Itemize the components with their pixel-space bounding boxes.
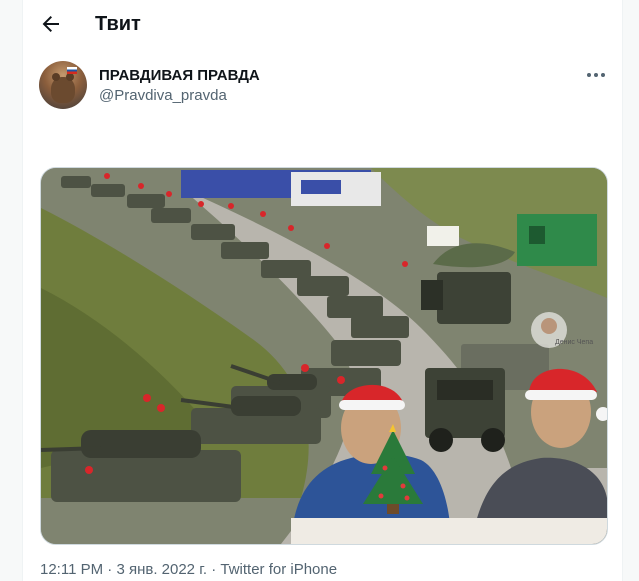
image-watermark: Денис Чепа xyxy=(555,339,593,346)
page-title: Твит xyxy=(95,13,141,35)
image-illustration: Денис Чепа xyxy=(41,168,607,544)
russian-flag-icon xyxy=(67,67,77,74)
author-handle[interactable]: @Pravdiva_pravda xyxy=(99,87,227,105)
avatar[interactable] xyxy=(39,61,87,109)
meta-separator-1: · xyxy=(107,561,113,578)
tweet-time[interactable]: 12:11 PM xyxy=(40,561,103,578)
tweet-image[interactable]: Денис Чепа xyxy=(40,167,608,545)
tweet-meta: 12:11 PM · 3 янв. 2022 г. · Twitter for … xyxy=(40,561,337,579)
more-options-icon[interactable] xyxy=(585,66,607,84)
header-bar: Твит xyxy=(23,0,622,50)
tweet-date[interactable]: 3 янв. 2022 г. xyxy=(116,561,207,578)
author-name[interactable]: ПРАВДИВАЯ ПРАВДА xyxy=(99,67,260,85)
bear-icon xyxy=(51,73,75,103)
back-arrow-icon[interactable] xyxy=(39,12,63,36)
tweet-source[interactable]: Twitter for iPhone xyxy=(220,561,337,578)
meta-separator-2: · xyxy=(211,561,217,578)
main-column: Твит ПРАВДИВАЯ ПРАВДА @Pravdiva_pravda Д… xyxy=(22,0,623,581)
